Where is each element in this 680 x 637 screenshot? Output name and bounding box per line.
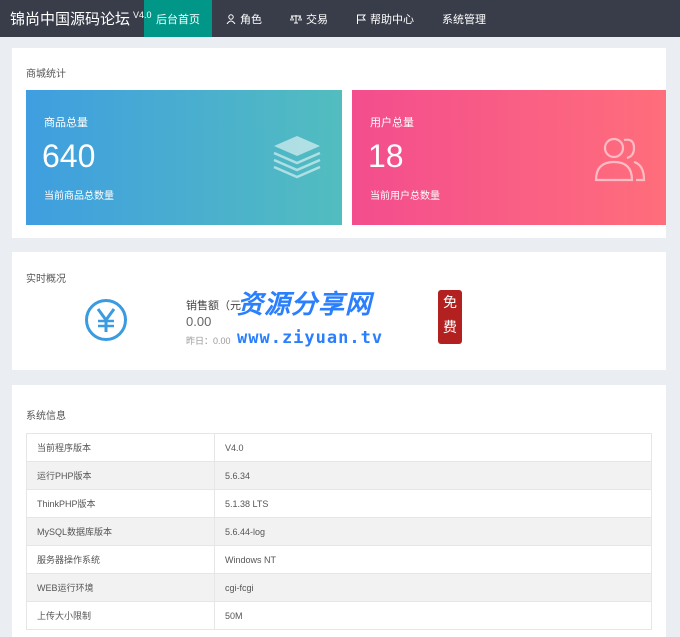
nav-item-help[interactable]: 帮助中心 (342, 0, 428, 37)
card-subtitle: 当前用户总数量 (370, 191, 440, 202)
row-value: 5.6.34 (214, 461, 652, 490)
nav-item-trade[interactable]: 交易 (276, 0, 342, 37)
yen-icon (84, 298, 128, 345)
nav-item-label: 角色 (240, 13, 262, 26)
sales-label: 销售额（元） (186, 300, 252, 312)
user-icon (226, 13, 236, 24)
sysinfo-table: 当前程序版本 V4.0 运行PHP版本 5.6.34 ThinkPHP版本 5.… (26, 433, 652, 630)
table-row: 运行PHP版本 5.6.34 (26, 461, 652, 490)
row-value: Windows NT (214, 545, 652, 574)
row-key: 运行PHP版本 (26, 461, 215, 490)
seal-char: 费 (443, 319, 457, 335)
watermark-title: 资源分享网 (237, 290, 373, 320)
goods-card[interactable]: 商品总量 640 当前商品总数量 (26, 90, 342, 225)
top-navbar: 锦尚中国源码论坛 V4.0 后台首页 角色 交易 帮助中心 系统管理 (0, 0, 680, 37)
table-row: 上传大小限制 50M (26, 601, 652, 630)
users-icon (594, 134, 646, 185)
panel-title: 商城统计 (26, 69, 66, 80)
sales-value: 0.00 (186, 314, 212, 329)
card-value: 18 (368, 138, 404, 174)
row-key: MySQL数据库版本 (26, 517, 215, 546)
table-row: MySQL数据库版本 5.6.44-log (26, 517, 652, 546)
table-row: WEB运行环境 cgi-fcgi (26, 573, 652, 602)
stats-panel: 商城统计 商品总量 640 当前商品总数量 用户总量 18 当前用户总数量 (12, 48, 666, 238)
row-value: V4.0 (214, 433, 652, 462)
stack-icon (272, 134, 322, 183)
nav-item-label: 帮助中心 (370, 13, 414, 26)
panel-title: 系统信息 (26, 411, 66, 422)
row-key: ThinkPHP版本 (26, 489, 215, 518)
nav-item-home[interactable]: 后台首页 (144, 0, 212, 37)
table-row: 服务器操作系统 Windows NT (26, 545, 652, 574)
watermark-url: www.ziyuan.tv (237, 328, 384, 348)
row-value: 50M (214, 601, 652, 630)
sysinfo-panel: 系统信息 当前程序版本 V4.0 运行PHP版本 5.6.34 ThinkPHP… (12, 385, 666, 637)
watermark: 资源分享网 www.ziyuan.tv 免 费 (237, 282, 477, 362)
brand-version: V4.0 (133, 9, 152, 20)
nav-item-roles[interactable]: 角色 (212, 0, 276, 37)
seal-char: 免 (443, 294, 457, 310)
table-row: ThinkPHP版本 5.1.38 LTS (26, 489, 652, 518)
panel-title: 实时概况 (26, 274, 66, 285)
card-subtitle: 当前商品总数量 (44, 191, 114, 202)
brand-name: 锦尚中国源码论坛 (10, 11, 131, 28)
nav-item-label: 系统管理 (442, 13, 486, 26)
watermark-seal: 免 费 (438, 290, 462, 344)
row-key: WEB运行环境 (26, 573, 215, 602)
row-key: 当前程序版本 (26, 433, 215, 462)
brand[interactable]: 锦尚中国源码论坛 V4.0 (0, 0, 152, 37)
row-key: 上传大小限制 (26, 601, 215, 630)
card-title: 商品总量 (44, 117, 88, 129)
nav-item-label: 交易 (306, 13, 328, 26)
sales-yesterday: 昨日：0.00 (186, 336, 231, 346)
row-value: 5.6.44-log (214, 517, 652, 546)
nav-item-system[interactable]: 系统管理 (428, 0, 500, 37)
realtime-panel: 实时概况 销售额（元） 0.00 昨日：0.00 资源分享网 www.ziyua… (12, 252, 666, 370)
row-value: 5.1.38 LTS (214, 489, 652, 518)
flag-icon (356, 14, 366, 24)
table-row: 当前程序版本 V4.0 (26, 433, 652, 462)
scale-icon (290, 14, 302, 24)
card-title: 用户总量 (370, 117, 414, 129)
users-card[interactable]: 用户总量 18 当前用户总数量 (352, 90, 666, 225)
card-value: 640 (42, 138, 96, 174)
nav-item-label: 后台首页 (156, 13, 200, 26)
row-value: cgi-fcgi (214, 573, 652, 602)
row-key: 服务器操作系统 (26, 545, 215, 574)
